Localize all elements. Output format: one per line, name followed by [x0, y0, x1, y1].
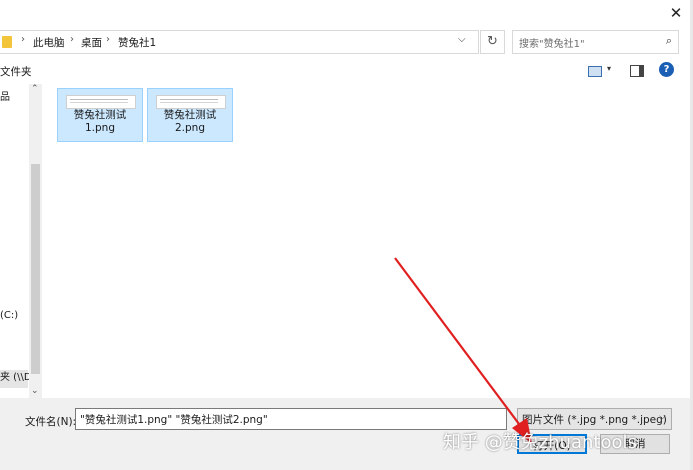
close-icon[interactable]: ✕: [667, 4, 685, 22]
file-item[interactable]: 赞兔社测试 2.png: [147, 88, 233, 142]
file-item[interactable]: 赞兔社测试 1.png: [57, 88, 143, 142]
file-name: 赞兔社测试 1.png: [73, 109, 127, 134]
filename-label: 文件名(N):: [25, 416, 77, 428]
title-bar: ✕: [0, 0, 693, 26]
image-thumbnail: [66, 95, 136, 109]
refresh-icon: ↻: [487, 34, 498, 49]
search-input[interactable]: 搜索"赞兔社1": [519, 35, 585, 50]
nav-item[interactable]: 品: [0, 88, 10, 103]
scroll-down-icon[interactable]: ⌄: [31, 386, 39, 396]
breadcrumb-separator: ›: [106, 34, 110, 45]
toolbar: 文件夹 ▾ ?: [0, 58, 693, 84]
breadcrumb-separator: ›: [70, 34, 74, 45]
view-dropdown-icon[interactable]: ▾: [607, 64, 611, 73]
search-box[interactable]: 搜索"赞兔社1" ⌕: [512, 30, 679, 54]
breadcrumb-folder[interactable]: 赞兔社1: [118, 35, 156, 50]
view-icon[interactable]: [588, 66, 602, 77]
filename-field[interactable]: "赞兔社测试1.png" "赞兔社测试2.png" ⌵: [75, 408, 578, 433]
nav-item-c-drive[interactable]: (C:): [0, 310, 18, 321]
new-folder-button[interactable]: 文件夹: [0, 64, 32, 79]
chevron-down-icon[interactable]: ⌵: [458, 34, 466, 45]
watermark: 知乎 @赞兔zhuantools: [443, 432, 637, 453]
file-type-value: 图片文件 (*.jpg *.png *.jpeg): [522, 414, 667, 426]
file-type-select[interactable]: 图片文件 (*.jpg *.png *.jpeg) ⌵: [517, 408, 672, 430]
scrollbar-thumb[interactable]: [31, 164, 40, 374]
preview-pane-icon[interactable]: [630, 65, 644, 77]
navigation-pane: 品 (C:) 夹 (\\D:: [0, 84, 35, 398]
address-bar[interactable]: › 此电脑 › 桌面 › 赞兔社1 ⌵: [0, 30, 479, 54]
breadcrumb-desktop[interactable]: 桌面: [81, 35, 102, 50]
help-icon[interactable]: ?: [659, 62, 674, 77]
breadcrumb-this-pc[interactable]: 此电脑: [33, 35, 65, 50]
file-list: 赞兔社测试 1.png 赞兔社测试 2.png: [43, 84, 693, 398]
search-icon[interactable]: ⌕: [666, 34, 672, 48]
breadcrumb-separator: ›: [21, 34, 25, 45]
file-name: 赞兔社测试 2.png: [163, 109, 217, 134]
refresh-button[interactable]: ↻: [480, 30, 505, 54]
scroll-up-icon[interactable]: ⌃: [31, 84, 39, 94]
nav-scrollbar[interactable]: ⌃ ⌄: [29, 84, 42, 398]
filename-value: "赞兔社测试1.png" "赞兔社测试2.png": [80, 414, 268, 426]
folder-icon: [2, 36, 12, 48]
chevron-down-icon[interactable]: ⌵: [659, 412, 666, 422]
image-thumbnail: [156, 95, 226, 109]
